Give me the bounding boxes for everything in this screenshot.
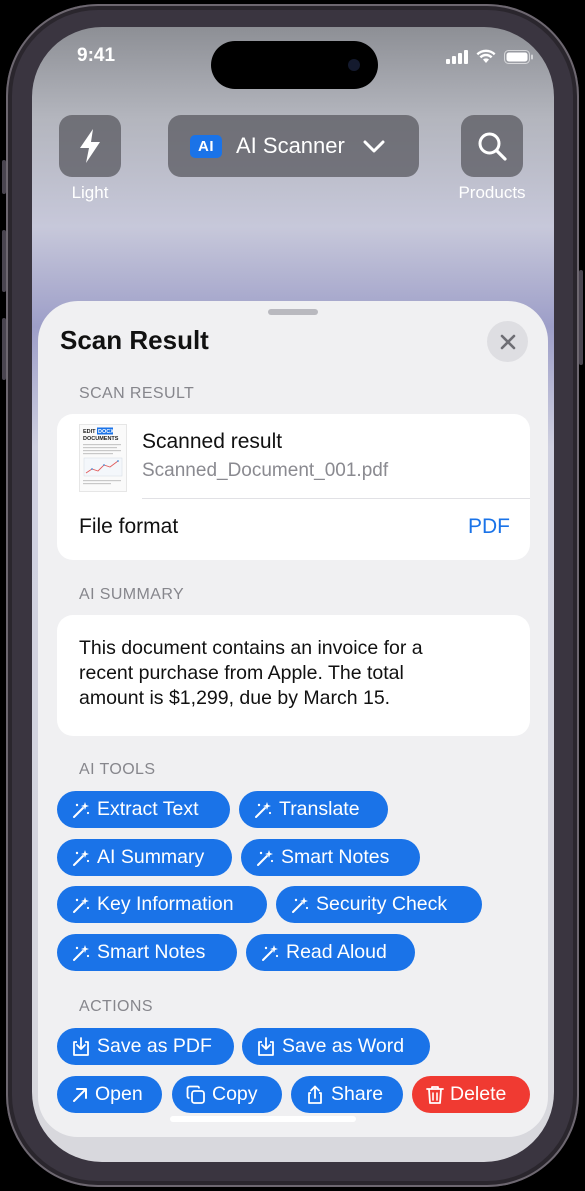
action-label: Delete (450, 1083, 507, 1105)
action-button (2, 160, 6, 194)
file-format-value[interactable]: PDF (468, 515, 510, 539)
magic-wand-icon (73, 944, 90, 961)
action-label: Save as PDF (97, 1035, 212, 1057)
tool-extract-text-button[interactable]: Extract Text (57, 791, 230, 828)
magic-wand-icon (257, 849, 274, 866)
dynamic-island (211, 41, 378, 89)
wifi-icon (476, 49, 496, 63)
scan-result-sheet: Scan Result SCAN RESULT EDIT DOCX DOCUME… (38, 301, 548, 1137)
ai-summary-text: This document contains an invoice for a … (79, 636, 509, 711)
battery-icon (504, 49, 533, 64)
action-label: Open (95, 1083, 143, 1105)
status-time: 9:41 (77, 45, 116, 66)
scan-result-card: EDIT DOCX DOCUMENTS Scanned result Scann… (57, 414, 530, 560)
products-label: Products (458, 183, 526, 202)
summary-line: amount is $1,299, due by March 15. (79, 687, 391, 709)
light-label: Light (71, 183, 109, 202)
tool-security-check-button[interactable]: Security Check (276, 886, 482, 923)
card-divider (142, 498, 530, 499)
tool-label: Smart Notes (97, 941, 206, 963)
share-button[interactable]: Share (291, 1076, 403, 1113)
action-label: Save as Word (282, 1035, 405, 1057)
save-as-word-button[interactable]: Save as Word (242, 1028, 430, 1065)
magic-wand-icon (292, 896, 309, 913)
download-tray-icon (73, 1036, 89, 1056)
tool-ai-summary-button[interactable]: AI Summary (57, 839, 232, 876)
save-as-pdf-button[interactable]: Save as PDF (57, 1028, 234, 1065)
tool-label: Security Check (316, 893, 448, 915)
scanner-mode-label: AI Scanner (236, 133, 345, 158)
home-indicator[interactable] (170, 1116, 356, 1122)
action-label: Share (331, 1083, 384, 1105)
products-button[interactable] (461, 115, 523, 177)
tool-translate-button[interactable]: Translate (239, 791, 388, 828)
status-icons (446, 49, 534, 64)
light-button[interactable] (59, 115, 121, 177)
camera-dot (348, 59, 360, 71)
document-thumbnail[interactable]: EDIT DOCX DOCUMENTS (79, 424, 127, 492)
tool-key-information-button[interactable]: Key Information (57, 886, 267, 923)
ai-summary-header: AI SUMMARY (79, 586, 185, 603)
arrow-up-right-icon (73, 1087, 87, 1102)
magic-wand-icon (73, 849, 90, 866)
ai-summary-card: This document contains an invoice for a … (57, 615, 530, 736)
close-button[interactable] (487, 321, 528, 362)
tool-label: Extract Text (97, 798, 199, 820)
document-preview-icon: EDIT DOCX DOCUMENTS (83, 427, 123, 485)
search-icon (478, 132, 507, 161)
action-label: Copy (212, 1083, 258, 1105)
scan-result-header: SCAN RESULT (79, 385, 195, 402)
tool-label: Read Aloud (286, 941, 387, 963)
scanner-mode-dropdown[interactable]: AI AI Scanner (168, 115, 419, 177)
ai-tools-header: AI TOOLS (79, 761, 156, 778)
tool-smart-notes-button[interactable]: Smart Notes (241, 839, 420, 876)
actions-header: ACTIONS (79, 998, 153, 1015)
copy-button[interactable]: Copy (172, 1076, 282, 1113)
summary-line: recent purchase from Apple. The total (79, 662, 404, 684)
result-title: Scanned result (142, 430, 283, 453)
magic-wand-icon (73, 896, 90, 913)
volume-down-button (2, 318, 6, 380)
share-icon (308, 1085, 322, 1104)
result-filename: Scanned_Document_001.pdf (142, 460, 389, 481)
file-format-label: File format (79, 515, 179, 538)
volume-up-button (2, 230, 6, 292)
download-tray-icon (258, 1036, 274, 1056)
magic-wand-icon (73, 801, 90, 818)
delete-button[interactable]: Delete (412, 1076, 530, 1113)
sheet-grabber[interactable] (268, 309, 318, 315)
lightning-icon (80, 129, 100, 163)
sheet-title: Scan Result (60, 325, 209, 355)
thumb-docx: DOCX (98, 429, 114, 435)
thumb-documents: DOCUMENTS (83, 436, 119, 442)
open-button[interactable]: Open (57, 1076, 162, 1113)
signal-icon (446, 49, 468, 64)
close-icon (500, 334, 515, 349)
magic-wand-icon (262, 944, 279, 961)
tool-label: Key Information (97, 893, 234, 915)
tool-label: Translate (279, 798, 360, 820)
summary-line: This document contains an invoice for a (79, 637, 423, 659)
thumb-edit: EDIT (83, 429, 96, 435)
tool-smart-notes-button-2[interactable]: Smart Notes (57, 934, 237, 971)
power-button (579, 270, 583, 365)
tool-read-aloud-button[interactable]: Read Aloud (246, 934, 415, 971)
ai-badge: AI (190, 134, 222, 158)
screen: 9:41 Light AI AI Scanner Products Scan R… (32, 27, 554, 1162)
tool-label: Smart Notes (281, 846, 390, 868)
copy-icon (186, 1085, 205, 1104)
magic-wand-icon (255, 801, 272, 818)
tool-label: AI Summary (97, 846, 205, 868)
trash-icon (426, 1085, 444, 1104)
chevron-down-icon (363, 140, 385, 152)
